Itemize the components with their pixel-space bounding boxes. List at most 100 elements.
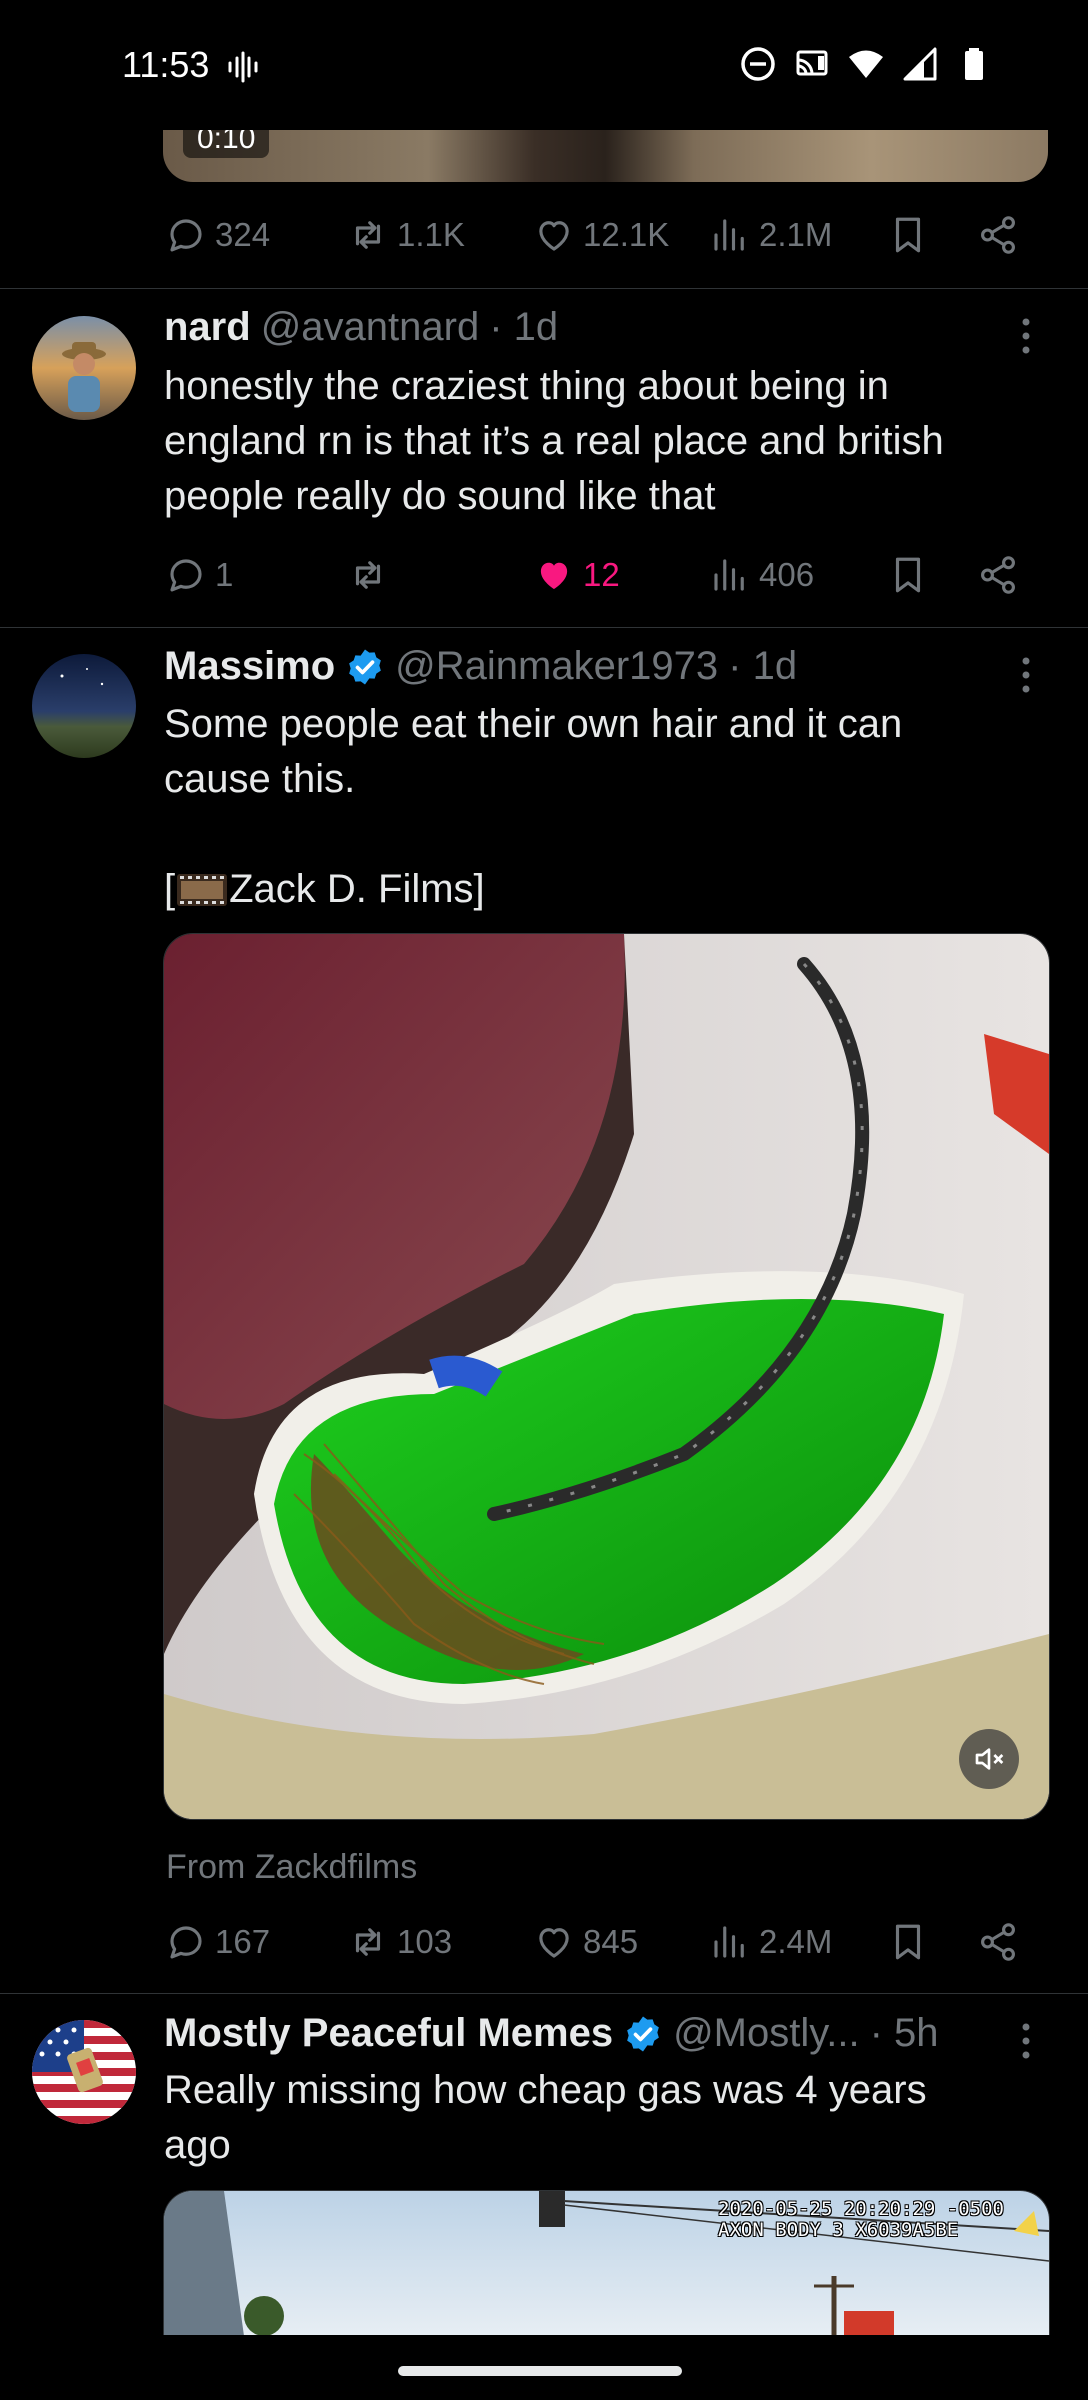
- overlay-line: AXON BODY 3 X6039A5BE: [718, 2219, 959, 2241]
- share-icon: [981, 216, 1015, 254]
- reply-icon: [170, 1926, 202, 1959]
- divider: [0, 1993, 1088, 1994]
- repost-icon: [355, 221, 381, 249]
- post-text-line: Some people eat their own hair and it ca…: [164, 702, 903, 746]
- divider: [0, 627, 1088, 628]
- repost-button[interactable]: 103: [347, 1912, 452, 1972]
- gesture-navigation-bar[interactable]: [398, 2366, 682, 2376]
- heart-icon: [539, 221, 569, 251]
- views-icon: [714, 559, 744, 591]
- reply-button[interactable]: 324: [165, 205, 270, 265]
- audio-waveform-icon: [228, 51, 258, 83]
- verified-badge-icon: [349, 649, 382, 684]
- volume-muted-icon: [975, 1748, 1004, 1770]
- author-name[interactable]: nard: [164, 305, 251, 350]
- post-time: · 5h: [869, 2011, 939, 2055]
- battery-icon: [965, 48, 983, 80]
- like-button[interactable]: 845: [533, 1912, 638, 1972]
- bookmark-icon: [895, 1924, 921, 1960]
- share-icon: [981, 1923, 1015, 1961]
- share-button[interactable]: [977, 205, 1019, 265]
- reply-count: 324: [215, 216, 271, 253]
- status-bar: 11:53: [0, 0, 1088, 130]
- views-button[interactable]: 2.4M: [709, 1912, 832, 1972]
- views-count: 2.1M: [759, 216, 833, 253]
- repost-button[interactable]: [347, 545, 397, 605]
- video-timestamp-overlay: 2020-05-25 20:20:29 -0500 AXON BODY 3 X6…: [718, 2199, 1004, 2241]
- post-text: Some people eat their own hair and it ca…: [164, 697, 1044, 807]
- status-time: 11:53: [122, 44, 210, 85]
- post-time: · 1d: [728, 644, 798, 688]
- repost-count: 1.1K: [397, 216, 465, 253]
- reply-button[interactable]: 1: [165, 545, 233, 605]
- post-text-line: Really missing how cheap gas was 4 years: [164, 2068, 927, 2112]
- reply-button[interactable]: 167: [165, 1912, 270, 1972]
- reply-count: 167: [215, 1923, 271, 1960]
- like-button[interactable]: 12.1K: [533, 205, 669, 265]
- more-options-icon[interactable]: [1016, 2021, 1036, 2061]
- avatar[interactable]: [32, 654, 136, 758]
- post-time: · 1d: [489, 305, 559, 349]
- avatar[interactable]: [32, 2020, 136, 2124]
- author-handle[interactable]: @avantnard: [261, 305, 480, 350]
- do-not-disturb-icon: [741, 47, 775, 81]
- wifi-icon: [849, 50, 883, 78]
- avatar-image: [32, 316, 136, 420]
- share-button[interactable]: [977, 1912, 1019, 1972]
- bookmark-icon: [895, 217, 921, 253]
- share-button[interactable]: [977, 545, 1019, 605]
- cast-icon: [796, 50, 828, 76]
- film-frames-icon: [177, 873, 228, 906]
- post-actions: 324 1.1K 12.1K 2.1M: [165, 205, 1045, 265]
- cellular-signal-icon: [903, 47, 937, 81]
- bookmark-button[interactable]: [887, 1912, 929, 1972]
- mute-button[interactable]: [959, 1729, 1019, 1789]
- stomach-illustration: [164, 934, 1049, 1819]
- more-options-icon[interactable]: [1016, 655, 1036, 695]
- more-options-icon[interactable]: [1016, 316, 1036, 356]
- overlay-line: 2020-05-25 20:20:29 -0500: [718, 2198, 1004, 2220]
- bookmark-icon: [895, 557, 921, 593]
- bookmark-button[interactable]: [887, 545, 929, 605]
- heart-filled-icon: [540, 562, 568, 589]
- like-button[interactable]: 12: [533, 545, 620, 605]
- views-icon: [714, 219, 744, 251]
- avatar-image: [32, 2020, 136, 2124]
- post-text-line: cause this.: [164, 757, 356, 801]
- like-count: 12.1K: [583, 216, 670, 253]
- credit-text: Zack D. Films]: [229, 867, 485, 911]
- post-video[interactable]: [163, 933, 1050, 1820]
- views-icon: [714, 1926, 744, 1958]
- like-count: 845: [583, 1923, 639, 1960]
- post-actions: 167 103 845 2.4M: [165, 1912, 1045, 1972]
- author-handle[interactable]: @Mostly...: [673, 2011, 860, 2056]
- author-name[interactable]: Mostly Peaceful Memes: [164, 2011, 613, 2056]
- heart-icon: [539, 1928, 569, 1958]
- post-video[interactable]: 2020-05-25 20:20:29 -0500 AXON BODY 3 X6…: [163, 2190, 1050, 2336]
- post-credit: [ Zack D. Films]: [164, 862, 1044, 917]
- post-text-line: ago: [164, 2123, 231, 2167]
- avatar[interactable]: [32, 316, 136, 420]
- repost-button[interactable]: 1.1K: [347, 205, 465, 265]
- post-text: honestly the craziest thing about being …: [164, 359, 1044, 524]
- post-actions: 1 12 406: [165, 545, 1045, 605]
- views-button[interactable]: 2.1M: [709, 205, 832, 265]
- author-name[interactable]: Massimo: [164, 644, 335, 689]
- views-count: 406: [759, 556, 815, 593]
- post-text-line: england rn is that it’s a real place and…: [164, 419, 944, 463]
- divider: [0, 288, 1088, 289]
- author-handle[interactable]: @Rainmaker1973: [395, 644, 718, 689]
- views-button[interactable]: 406: [709, 545, 814, 605]
- repost-icon: [355, 1928, 381, 1956]
- credit-bracket: [: [164, 867, 176, 911]
- reply-icon: [170, 219, 202, 252]
- video-source[interactable]: From Zackdfilms: [166, 1848, 417, 1887]
- bookmark-button[interactable]: [887, 205, 929, 265]
- avatar-image: [32, 654, 136, 758]
- repost-icon: [355, 561, 381, 589]
- reply-icon: [170, 559, 202, 592]
- reply-count: 1: [215, 556, 234, 593]
- post-text-line: people really do sound like that: [164, 474, 716, 518]
- views-count: 2.4M: [759, 1923, 833, 1960]
- verified-badge-icon: [627, 2016, 659, 2051]
